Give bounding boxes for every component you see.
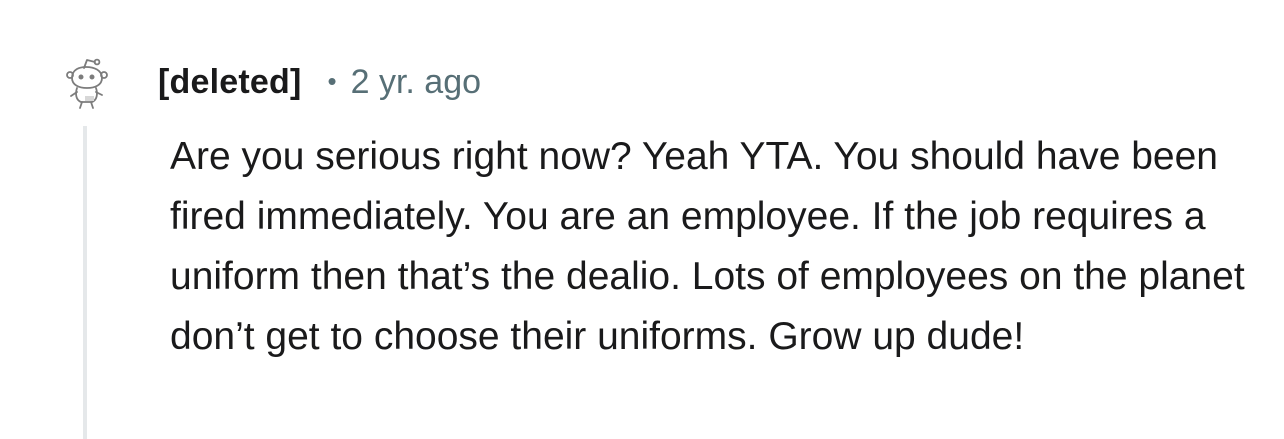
snoo-avatar-icon[interactable] [62,56,108,110]
meta-separator: • [327,65,337,96]
thread-collapse-line[interactable] [83,126,87,439]
comment-text: Are you serious right now? Yeah YTA. You… [170,135,1245,358]
comment-meta: [deleted] • 2 yr. ago [158,62,481,102]
comment-timestamp[interactable]: 2 yr. ago [351,63,481,102]
comment-body: Are you serious right now? Yeah YTA. You… [170,127,1250,367]
comment: [deleted] • 2 yr. ago Are you serious ri… [0,0,1284,439]
comment-author[interactable]: [deleted] [158,63,301,102]
